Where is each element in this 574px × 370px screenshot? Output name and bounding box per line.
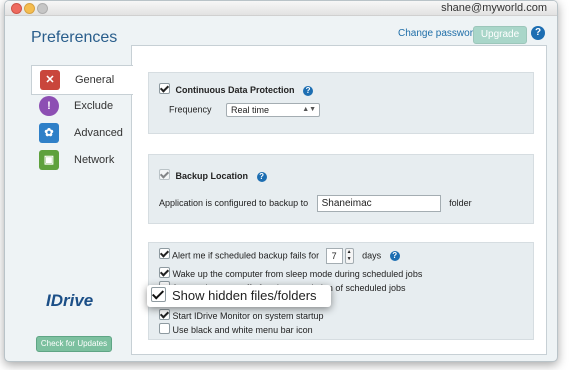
change-password-link[interactable]: Change password xyxy=(398,28,479,39)
general-settings-pane: Continuous Data Protection ? Frequency R… xyxy=(131,45,547,355)
frequency-label: Frequency xyxy=(169,104,212,115)
cdp-label: Continuous Data Protection xyxy=(175,85,295,95)
close-window-button[interactable] xyxy=(11,3,22,14)
sidebar-item-label: Network xyxy=(74,154,115,166)
cdp-panel: Continuous Data Protection ? Frequency R… xyxy=(148,72,534,134)
monitor-label: Start IDrive Monitor on system startup xyxy=(172,311,324,321)
title-bar: shane@myworld.com xyxy=(5,1,557,16)
cdp-help-icon[interactable]: ? xyxy=(303,86,314,96)
sidebar-item-exclude[interactable]: ! Exclude xyxy=(31,92,132,120)
sidebar-item-label: Exclude xyxy=(74,100,114,112)
alert-checkbox[interactable] xyxy=(159,248,170,260)
sidebar-item-label: Advanced xyxy=(74,127,123,139)
bw-icon-row: Use black and white menu bar icon xyxy=(159,323,313,335)
user-email: shane@myworld.com xyxy=(441,2,547,14)
alert-row: Alert me if scheduled backup fails for 7… xyxy=(159,248,400,264)
monitor-checkbox[interactable] xyxy=(159,309,170,320)
exclamation-icon: ! xyxy=(39,96,59,116)
sidebar-item-general[interactable]: ✕ General xyxy=(31,65,133,95)
help-icon[interactable]: ? xyxy=(531,26,545,40)
backup-help-icon[interactable]: ? xyxy=(256,172,267,182)
frequency-select[interactable]: Real time ▲▼ xyxy=(226,103,321,117)
page-title: Preferences xyxy=(31,29,118,46)
backup-text-after: folder xyxy=(449,197,472,208)
backup-location-label: Backup Location xyxy=(175,171,249,181)
alert-help-icon[interactable]: ? xyxy=(389,251,400,262)
backup-location-panel: Backup Location ? Application is configu… xyxy=(148,154,534,224)
chevron-updown-icon: ▲▼ xyxy=(302,106,317,113)
sidebar-item-label: General xyxy=(75,74,115,86)
backup-location-row: Application is configured to backup to S… xyxy=(159,195,472,212)
frequency-value: Real time xyxy=(231,105,270,115)
cdp-checkbox[interactable] xyxy=(159,83,170,94)
backup-location-header: Backup Location ? xyxy=(159,169,267,182)
wake-checkbox[interactable] xyxy=(159,267,170,278)
days-stepper[interactable]: ▲ ▼ xyxy=(344,248,354,264)
frequency-row: Frequency Real time ▲▼ xyxy=(169,103,321,117)
backup-location-field[interactable]: Shaneimac xyxy=(316,195,441,212)
hidden-files-label-magnified: Show hidden files/folders xyxy=(172,288,317,303)
alert-days-label: days xyxy=(362,250,382,261)
minimize-window-button[interactable] xyxy=(24,3,35,14)
monitor-row: Start IDrive Monitor on system startup xyxy=(159,309,324,321)
tools-icon: ✕ xyxy=(40,70,60,90)
idrive-logo: IDrive xyxy=(46,291,94,310)
sidebar-item-advanced[interactable]: ✿ Advanced xyxy=(31,119,132,147)
zoom-window-button[interactable] xyxy=(37,3,48,14)
bw-icon-checkbox[interactable] xyxy=(159,323,170,334)
sidebar-item-network[interactable]: ▣ Network xyxy=(31,146,132,174)
hidden-files-magnified-callout[interactable]: Show hidden files/folders xyxy=(147,285,331,307)
network-icon: ▣ xyxy=(39,150,59,170)
check-for-updates-button[interactable]: Check for Updates xyxy=(36,336,112,352)
upgrade-button[interactable]: Upgrade xyxy=(473,26,527,44)
cdp-row: Continuous Data Protection ? xyxy=(159,83,314,96)
backup-location-checkbox xyxy=(159,169,170,180)
alert-label: Alert me if scheduled backup fails for xyxy=(172,250,320,261)
wake-row: Wake up the computer from sleep mode dur… xyxy=(159,267,422,279)
gear-icon: ✿ xyxy=(39,123,59,143)
preferences-window: shane@myworld.com Preferences Change pas… xyxy=(4,0,558,362)
backup-text-before: Application is configured to backup to xyxy=(159,197,309,208)
wake-label: Wake up the computer from sleep mode dur… xyxy=(172,269,423,279)
bw-icon-label: Use black and white menu bar icon xyxy=(172,325,313,335)
hidden-files-checkbox-magnified[interactable] xyxy=(151,287,166,302)
alert-days-input[interactable]: 7 xyxy=(325,248,343,264)
